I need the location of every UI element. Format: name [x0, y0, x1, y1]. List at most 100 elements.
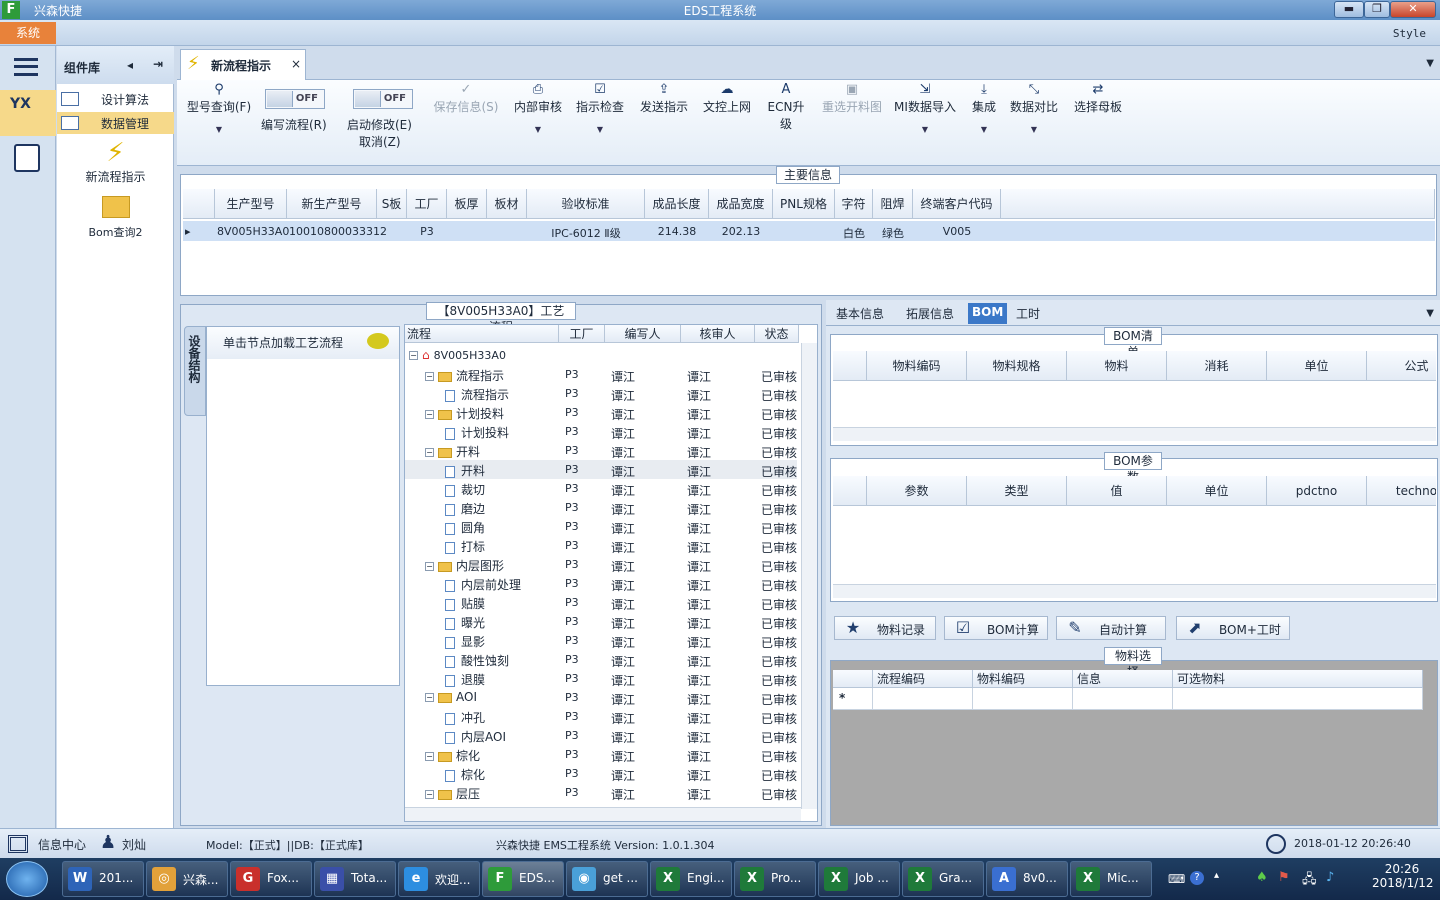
tree-row[interactable]: − 计划投料 P3 谭江 谭江 已审核 — [405, 403, 797, 422]
horizontal-scrollbar[interactable] — [833, 584, 1436, 598]
column-header[interactable]: 单位 — [1167, 476, 1267, 506]
save-button[interactable]: ✓ 保存信息(S) — [431, 82, 501, 115]
column-header[interactable]: pdctno — [1267, 476, 1367, 506]
column-header[interactable]: 成品宽度 — [709, 189, 773, 219]
new-row-cell[interactable] — [1173, 688, 1423, 710]
collapse-icon[interactable]: − — [425, 693, 434, 702]
column-header[interactable]: 成品长度 — [645, 189, 709, 219]
tree-row[interactable]: 内层AOI P3 谭江 谭江 已审核 — [405, 726, 797, 745]
tree-row[interactable]: 退膜 P3 谭江 谭江 已审核 — [405, 669, 797, 688]
tree-row[interactable]: − 内层图形 P3 谭江 谭江 已审核 — [405, 555, 797, 574]
tree-row[interactable]: − 流程指示 P3 谭江 谭江 已审核 — [405, 365, 797, 384]
tree-row[interactable]: − 层压 P3 谭江 谭江 已审核 — [405, 783, 797, 802]
tray-flag-icon[interactable]: ⚑ — [1278, 870, 1290, 885]
new-row-cell[interactable] — [1073, 688, 1173, 710]
tree-row[interactable]: − AOI P3 谭江 谭江 已审核 — [405, 688, 797, 707]
taskbar-app-button[interactable]: G Fox... — [230, 861, 312, 897]
cell-value[interactable]: P3 — [409, 225, 445, 238]
taskbar-app-button[interactable]: X Job ... — [818, 861, 900, 897]
new-row-cell[interactable] — [973, 688, 1073, 710]
tree-row[interactable]: 酸性蚀刻 P3 谭江 谭江 已审核 — [405, 650, 797, 669]
taskbar-app-button[interactable]: X Engi... — [650, 861, 732, 897]
cell-value[interactable]: V005 — [915, 225, 999, 238]
tree-row[interactable]: 显影 P3 谭江 谭江 已审核 — [405, 631, 797, 650]
cell-value[interactable]: 绿色 — [875, 225, 911, 241]
start-button-icon[interactable] — [6, 861, 48, 897]
tab-list-dropdown-icon[interactable]: ▼ — [1426, 58, 1434, 69]
enable-edit-toggle[interactable]: OFF — [353, 89, 413, 109]
cell-value[interactable]: 214.38 — [647, 225, 707, 238]
close-button[interactable]: ✕ — [1390, 1, 1436, 18]
tree-root-node[interactable]: − ⌂ 8V005H33A0 — [405, 346, 797, 365]
column-header[interactable]: 工厂 — [407, 189, 447, 219]
column-header[interactable]: 物料规格 — [967, 351, 1067, 381]
reselect-cutting-button[interactable]: ▣ 重选开料图 — [819, 82, 885, 115]
column-header[interactable]: 信息 — [1073, 670, 1173, 688]
collapse-icon[interactable]: − — [425, 372, 434, 381]
tree-row[interactable]: 内层前处理 P3 谭江 谭江 已审核 — [405, 574, 797, 593]
bom-hours-button[interactable]: ⬈ BOM+工时 — [1176, 616, 1290, 640]
tree-row[interactable]: 圆角 P3 谭江 谭江 已审核 — [405, 517, 797, 536]
tray-app-icon[interactable]: ♠ — [1256, 870, 1268, 885]
bom-calc-button[interactable]: ☑ BOM计算 — [944, 616, 1048, 640]
ecn-upgrade-button[interactable]: A ECN升级 — [763, 82, 809, 132]
taskbar-app-button[interactable]: A 8v0... — [986, 861, 1068, 897]
dropdown-caret-icon[interactable]: ▼ — [575, 125, 625, 134]
system-menu-button[interactable]: 系统 — [0, 22, 56, 44]
tree-row[interactable]: 打标 P3 谭江 谭江 已审核 — [405, 536, 797, 555]
collapse-icon[interactable]: − — [425, 448, 434, 457]
tab-new-flow[interactable]: ⚡ 新流程指示 × — [180, 49, 306, 80]
cell-value[interactable]: 8V005H33A0 — [217, 225, 289, 238]
collapse-icon[interactable]: − — [425, 562, 434, 571]
collapse-icon[interactable]: − — [425, 752, 434, 761]
tree-row[interactable]: − 棕化 P3 谭江 谭江 已审核 — [405, 745, 797, 764]
tree-row[interactable]: 冲孔 P3 谭江 谭江 已审核 — [405, 707, 797, 726]
column-header[interactable]: 核审人 — [681, 325, 755, 343]
column-header[interactable]: 参数 — [867, 476, 967, 506]
speaker-icon[interactable]: ♪ — [1326, 870, 1334, 885]
calculator-icon[interactable] — [14, 144, 40, 172]
column-header[interactable]: 字符 — [835, 189, 873, 219]
tab-close-icon[interactable]: × — [291, 57, 301, 71]
column-header[interactable]: 可选物料 — [1173, 670, 1423, 688]
keyboard-icon[interactable]: ⌨ — [1168, 872, 1185, 886]
right-tab[interactable]: BOM — [968, 303, 1008, 324]
new-row-cell[interactable] — [873, 688, 973, 710]
taskbar-app-button[interactable]: X Mic... — [1070, 861, 1152, 897]
column-header[interactable]: 单位 — [1267, 351, 1367, 381]
tree-row[interactable]: 棕化 P3 谭江 谭江 已审核 — [405, 764, 797, 783]
column-header[interactable]: 终端客户代码 — [913, 189, 1001, 219]
right-tab-dropdown-icon[interactable]: ▼ — [1426, 308, 1434, 319]
tray-expand-icon[interactable]: ▴ — [1214, 870, 1219, 881]
column-header[interactable]: 状态 — [755, 325, 799, 343]
tree-row[interactable]: 流程指示 P3 谭江 谭江 已审核 — [405, 384, 797, 403]
taskbar-app-button[interactable]: ◉ get ... — [566, 861, 648, 897]
help-icon[interactable]: ? — [1190, 871, 1204, 885]
right-tab[interactable]: 基本信息 — [832, 305, 888, 326]
tree-row[interactable]: 裁切 P3 谭江 谭江 已审核 — [405, 479, 797, 498]
column-header[interactable]: 工厂 — [559, 325, 605, 343]
taskbar-app-button[interactable]: e 欢迎... — [398, 861, 480, 897]
tree-row[interactable]: 曝光 P3 谭江 谭江 已审核 — [405, 612, 797, 631]
taskbar-app-button[interactable]: F EDS... — [482, 861, 564, 897]
model-query-button[interactable]: ⚲ 型号查询(F) ▼ — [183, 82, 255, 134]
column-header[interactable]: 板材 — [487, 189, 527, 219]
edit-flow-toggle[interactable]: OFF — [265, 89, 325, 109]
lib-item-data-management[interactable]: 数据管理 — [57, 112, 174, 134]
style-menu[interactable]: Style — [1393, 27, 1426, 40]
integrate-button[interactable]: ⤓ 集成 ▼ — [967, 82, 1001, 134]
column-header[interactable]: 物料编码 — [973, 670, 1073, 688]
column-header[interactable]: 公式 — [1367, 351, 1436, 381]
dropdown-caret-icon[interactable]: ▼ — [967, 125, 1001, 134]
internal-review-button[interactable]: ⎙ 内部审核 ▼ — [511, 82, 565, 134]
side-tab-equipment[interactable]: 设备结构 — [184, 326, 206, 416]
taskbar-app-button[interactable]: ▦ Tota... — [314, 861, 396, 897]
mi-import-button[interactable]: ⇲ MI数据导入 ▼ — [893, 82, 957, 134]
dropdown-caret-icon[interactable]: ▼ — [1009, 125, 1059, 134]
taskbar-app-button[interactable]: W 201... — [62, 861, 144, 897]
data-compare-button[interactable]: ⤡ 数据对比 ▼ — [1009, 82, 1059, 134]
dropdown-caret-icon[interactable]: ▼ — [511, 125, 565, 134]
minimize-button[interactable]: ▬ — [1334, 1, 1364, 18]
right-tab[interactable]: 拓展信息 — [902, 305, 958, 326]
column-header[interactable]: 新生产型号 — [287, 189, 377, 219]
